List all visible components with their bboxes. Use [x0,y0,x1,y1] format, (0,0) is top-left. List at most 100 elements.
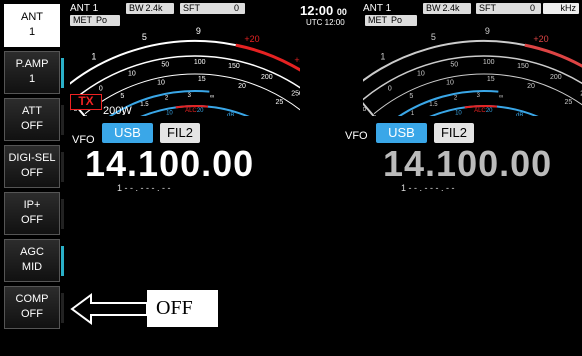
mode-usb-button[interactable]: USB [102,123,153,143]
comp-scale-label: 10 [455,110,462,116]
comp-scale-label: 20 [486,108,493,114]
sidebar-button-value: 1 [28,73,36,85]
status-indicator [61,199,64,229]
sub-sft-indicator: SFT 0 [476,3,541,14]
power-scale-label: 150 [228,63,240,70]
power-scale-label: 0 [99,85,103,92]
alc-label: ALC [185,108,197,114]
sidebar-button-value: OFF [21,308,43,320]
left-arrow-icon [70,293,148,325]
bw-value: 2.4k [145,3,163,13]
sidebar-button-p-amp[interactable]: P.AMP 1 [4,51,64,94]
bw-indicator: BW 2.4k [126,3,174,14]
main-sub-readout: 1 - - . - - - . - - [117,183,171,193]
power-scale-label: 10 [417,70,425,77]
current-scale-label: 20 [527,83,535,90]
swr-scale-label: 3 [477,93,481,99]
sidebar-button-label: AGC [20,246,44,258]
callout-off-label: OFF [147,290,218,327]
sidebar-button-value: MID [21,261,43,273]
sidebar-button-label: IP+ [23,199,41,211]
sidebar-button-att[interactable]: ATT OFF [4,98,64,141]
status-indicator [61,293,64,323]
sub-sub-readout: 1 - - . - - - . - - [401,183,455,193]
comp-scale-label: 10 [166,110,173,116]
power-scale-label: 50 [450,61,458,68]
power-scale-label: 50 [161,61,169,68]
current-scale-label: Io [85,115,91,116]
swr-scale-label: ∞ [210,94,214,100]
power-scale-label: 250 [291,90,300,97]
sub-bw-label: BW [426,3,441,13]
sidebar-button-value: OFF [21,167,43,179]
power-scale-label: 150 [517,63,529,70]
sidebar: ANT 1 P.AMP 1 ATT OFF DIGI-SEL OFF IP+ OFF AGC MID C… [4,4,65,330]
power-scale-label: 200 [550,74,562,81]
signal-scale-arc [70,40,237,85]
swr-scale-label: 1.5 [429,102,438,108]
comp-scale-label: 20 [197,108,204,114]
swr-scale-label: 3 [188,93,192,99]
sidebar-button-comp[interactable]: COMP OFF [4,286,64,329]
sft-indicator: SFT 0 [180,3,245,14]
current-scale-label: 10 [157,80,165,87]
alc-label: ALC [474,108,486,114]
comp-scale-label: dB [227,113,234,116]
status-indicator [61,152,64,182]
main-meter: S159+20+40+60dBPo01050100150200250WIo510… [70,26,300,116]
sidebar-button-agc[interactable]: AGC MID [4,239,64,282]
sub-frequency: 14.100.00 [383,143,553,184]
power-readout: 200W [103,105,132,117]
power-scale-arc [363,55,582,101]
sidebar-button-value: 1 [28,26,36,38]
signal-scale-label: 1 [91,52,96,62]
sub-mode-usb-button[interactable]: USB [376,123,427,143]
sub-vfo-label: VFO [345,130,368,142]
meter-needle [363,101,375,116]
signal-scale-label: +20 [244,34,259,44]
signal-scale-label: +20 [533,34,548,44]
sidebar-button-label: P.AMP [15,58,49,70]
power-scale-label: 100 [194,59,206,66]
sidebar-button-ant[interactable]: ANT 1 [4,4,60,47]
sidebar-button-label: COMP [15,293,49,305]
signal-scale-label: 5 [431,32,436,42]
current-scale-label: 15 [487,76,495,83]
current-scale-label: 25 [565,99,573,106]
signal-scale-label: +40 [294,55,300,65]
swr-scale-label: ∞ [499,94,503,100]
sub-bw-value: 2.4k [442,3,460,13]
utc-clock: UTC 12:00 [306,18,345,27]
sub-filter-button[interactable]: FIL2 [434,123,474,143]
sidebar-button-label: ATT [22,105,42,117]
signal-scale-label: 5 [142,32,147,42]
current-scale-label: 15 [198,76,206,83]
sidebar-button-value: OFF [21,214,43,226]
current-scale-label: 20 [238,83,246,90]
sidebar-button-ip-[interactable]: IP+ OFF [4,192,64,235]
sidebar-button-digi-sel[interactable]: DIGI-SEL OFF [4,145,64,188]
current-scale-label: 5 [409,93,413,100]
swr-scale-label: 2 [454,96,458,102]
khz-indicator: kHz [543,3,579,14]
ant-indicator: ANT 1 [70,3,99,14]
signal-scale-label: 9 [196,26,201,36]
sub-sft-value: 0 [529,3,535,13]
current-scale-label: 5 [120,93,124,100]
power-scale-label: 10 [128,70,136,77]
swr-scale-label: 1 [411,111,415,116]
clock-time: 12:00 [300,3,334,18]
sub-meter: S159+20+40+60dBPo01050100150200250WIo510… [363,26,582,116]
sft-label: SFT [183,3,200,13]
sub-sft-label: SFT [479,3,496,13]
tx-indicator: TX [70,94,102,110]
filter-button[interactable]: FIL2 [160,123,200,143]
clock-seconds: 00 [336,7,347,17]
swr-scale-label: 1.5 [140,102,149,108]
sidebar-button-label: ANT [21,11,43,23]
sidebar-button-value: OFF [21,120,43,132]
main-frequency: 14.100.00 [85,143,255,184]
sft-value: 0 [233,3,239,13]
current-scale-label: Io [374,115,380,116]
sub-bw-indicator: BW 2.4k [423,3,471,14]
